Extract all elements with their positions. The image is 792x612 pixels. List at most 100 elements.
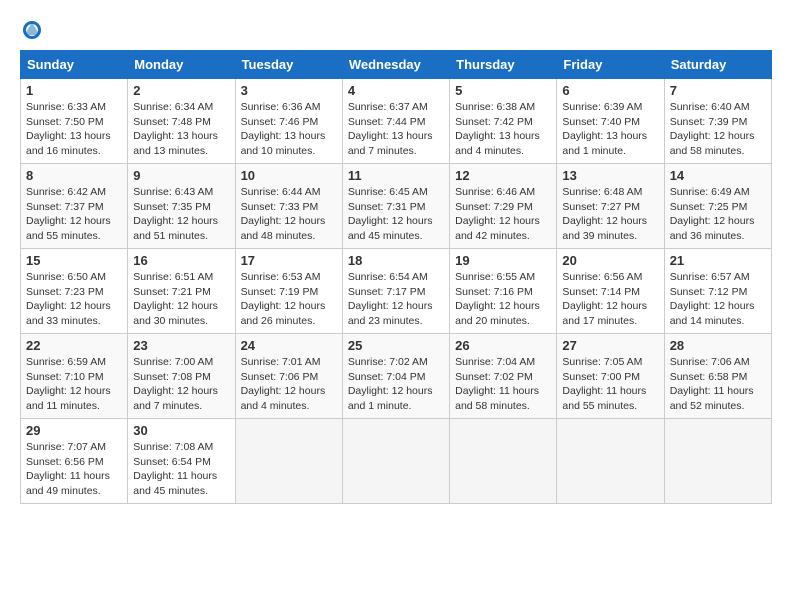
- calendar-cell: 3Sunrise: 6:36 AM Sunset: 7:46 PM Daylig…: [235, 79, 342, 164]
- calendar-cell: 8 Sunrise: 6:42 AM Sunset: 7:37 PM Daylig…: [21, 164, 128, 249]
- day-info: Sunrise: 6:55 AM Sunset: 7:16 PM Dayligh…: [455, 270, 551, 329]
- day-number: 29: [26, 423, 122, 438]
- day-info: Sunrise: 6:38 AM Sunset: 7:42 PM Dayligh…: [455, 100, 551, 159]
- calendar-cell: 24 Sunrise: 7:01 AM Sunset: 7:06 PM Dayli…: [235, 334, 342, 419]
- day-info: Sunrise: 7:04 AM Sunset: 7:02 PM Dayligh…: [455, 355, 551, 414]
- calendar-cell: 17 Sunrise: 6:53 AM Sunset: 7:19 PM Dayli…: [235, 249, 342, 334]
- day-info: Sunrise: 7:06 AM Sunset: 6:58 PM Dayligh…: [670, 355, 766, 414]
- day-info: Sunrise: 6:44 AM Sunset: 7:33 PM Dayligh…: [241, 185, 337, 244]
- calendar-cell: 7 Sunrise: 6:40 AM Sunset: 7:39 PM Daylig…: [664, 79, 771, 164]
- day-info: Sunrise: 6:57 AM Sunset: 7:12 PM Dayligh…: [670, 270, 766, 329]
- day-number: 17: [241, 253, 337, 268]
- day-number: 30: [133, 423, 229, 438]
- day-number: 20: [562, 253, 658, 268]
- day-info: Sunrise: 7:01 AM Sunset: 7:06 PM Dayligh…: [241, 355, 337, 414]
- calendar-cell: 14 Sunrise: 6:49 AM Sunset: 7:25 PM Dayli…: [664, 164, 771, 249]
- col-header-saturday: Saturday: [664, 51, 771, 79]
- day-number: 7: [670, 83, 766, 98]
- calendar-cell: [342, 419, 449, 504]
- logo-icon: [22, 20, 42, 40]
- day-number: 19: [455, 253, 551, 268]
- day-number: 8: [26, 168, 122, 183]
- day-info: Sunrise: 6:50 AM Sunset: 7:23 PM Dayligh…: [26, 270, 122, 329]
- day-info: Sunrise: 6:39 AM Sunset: 7:40 PM Dayligh…: [562, 100, 658, 159]
- day-info: Sunrise: 7:08 AM Sunset: 6:54 PM Dayligh…: [133, 440, 229, 499]
- calendar-cell: [664, 419, 771, 504]
- day-number: 13: [562, 168, 658, 183]
- calendar-cell: [557, 419, 664, 504]
- day-info: Sunrise: 6:53 AM Sunset: 7:19 PM Dayligh…: [241, 270, 337, 329]
- day-info: Sunrise: 7:05 AM Sunset: 7:00 PM Dayligh…: [562, 355, 658, 414]
- day-number: 10: [241, 168, 337, 183]
- calendar-cell: 19 Sunrise: 6:55 AM Sunset: 7:16 PM Dayli…: [450, 249, 557, 334]
- day-info: Sunrise: 6:49 AM Sunset: 7:25 PM Dayligh…: [670, 185, 766, 244]
- day-number: 1: [26, 83, 122, 98]
- calendar-cell: 10 Sunrise: 6:44 AM Sunset: 7:33 PM Dayli…: [235, 164, 342, 249]
- day-number: 18: [348, 253, 444, 268]
- calendar-cell: 5 Sunrise: 6:38 AM Sunset: 7:42 PM Daylig…: [450, 79, 557, 164]
- day-number: 16: [133, 253, 229, 268]
- calendar-cell: 26 Sunrise: 7:04 AM Sunset: 7:02 PM Dayli…: [450, 334, 557, 419]
- col-header-sunday: Sunday: [21, 51, 128, 79]
- calendar-cell: 20 Sunrise: 6:56 AM Sunset: 7:14 PM Dayli…: [557, 249, 664, 334]
- day-number: 27: [562, 338, 658, 353]
- calendar-cell: 27 Sunrise: 7:05 AM Sunset: 7:00 PM Dayli…: [557, 334, 664, 419]
- calendar-table: SundayMondayTuesdayWednesdayThursdayFrid…: [20, 50, 772, 504]
- day-info: Sunrise: 6:34 AM Sunset: 7:48 PM Dayligh…: [133, 100, 229, 159]
- day-info: Sunrise: 6:59 AM Sunset: 7:10 PM Dayligh…: [26, 355, 122, 414]
- day-number: 22: [26, 338, 122, 353]
- calendar-cell: 21 Sunrise: 6:57 AM Sunset: 7:12 PM Dayli…: [664, 249, 771, 334]
- day-info: Sunrise: 6:33 AM Sunset: 7:50 PM Dayligh…: [26, 100, 122, 159]
- day-info: Sunrise: 7:02 AM Sunset: 7:04 PM Dayligh…: [348, 355, 444, 414]
- day-number: 24: [241, 338, 337, 353]
- calendar-cell: 12 Sunrise: 6:46 AM Sunset: 7:29 PM Dayli…: [450, 164, 557, 249]
- calendar-cell: 13 Sunrise: 6:48 AM Sunset: 7:27 PM Dayli…: [557, 164, 664, 249]
- calendar-cell: [235, 419, 342, 504]
- day-number: 11: [348, 168, 444, 183]
- calendar-cell: 22 Sunrise: 6:59 AM Sunset: 7:10 PM Dayli…: [21, 334, 128, 419]
- day-number: 21: [670, 253, 766, 268]
- calendar-cell: 28 Sunrise: 7:06 AM Sunset: 6:58 PM Dayli…: [664, 334, 771, 419]
- calendar-cell: 25 Sunrise: 7:02 AM Sunset: 7:04 PM Dayli…: [342, 334, 449, 419]
- day-number: 15: [26, 253, 122, 268]
- day-info: Sunrise: 6:56 AM Sunset: 7:14 PM Dayligh…: [562, 270, 658, 329]
- col-header-wednesday: Wednesday: [342, 51, 449, 79]
- calendar-cell: [450, 419, 557, 504]
- day-number: 9: [133, 168, 229, 183]
- day-number: 3: [241, 83, 337, 98]
- day-number: 6: [562, 83, 658, 98]
- calendar-cell: 18 Sunrise: 6:54 AM Sunset: 7:17 PM Dayli…: [342, 249, 449, 334]
- day-number: 4: [348, 83, 444, 98]
- col-header-friday: Friday: [557, 51, 664, 79]
- calendar-cell: 15 Sunrise: 6:50 AM Sunset: 7:23 PM Dayli…: [21, 249, 128, 334]
- calendar-cell: 23Sunrise: 7:00 AM Sunset: 7:08 PM Dayli…: [128, 334, 235, 419]
- calendar-cell: 2 Sunrise: 6:34 AM Sunset: 7:48 PM Daylig…: [128, 79, 235, 164]
- calendar-cell: 30 Sunrise: 7:08 AM Sunset: 6:54 PM Dayli…: [128, 419, 235, 504]
- col-header-thursday: Thursday: [450, 51, 557, 79]
- day-number: 2: [133, 83, 229, 98]
- calendar-cell: 6 Sunrise: 6:39 AM Sunset: 7:40 PM Daylig…: [557, 79, 664, 164]
- day-info: Sunrise: 6:46 AM Sunset: 7:29 PM Dayligh…: [455, 185, 551, 244]
- calendar-cell: 16 Sunrise: 6:51 AM Sunset: 7:21 PM Dayli…: [128, 249, 235, 334]
- day-info: Sunrise: 6:43 AM Sunset: 7:35 PM Dayligh…: [133, 185, 229, 244]
- day-info: Sunrise: 6:48 AM Sunset: 7:27 PM Dayligh…: [562, 185, 658, 244]
- day-number: 25: [348, 338, 444, 353]
- day-number: 5: [455, 83, 551, 98]
- day-info: Sunrise: 6:42 AM Sunset: 7:37 PM Dayligh…: [26, 185, 122, 244]
- calendar-cell: 29Sunrise: 7:07 AM Sunset: 6:56 PM Dayli…: [21, 419, 128, 504]
- calendar-cell: 4Sunrise: 6:37 AM Sunset: 7:44 PM Daylig…: [342, 79, 449, 164]
- day-info: Sunrise: 6:45 AM Sunset: 7:31 PM Dayligh…: [348, 185, 444, 244]
- calendar-cell: 11 Sunrise: 6:45 AM Sunset: 7:31 PM Dayli…: [342, 164, 449, 249]
- calendar-cell: 9 Sunrise: 6:43 AM Sunset: 7:35 PM Daylig…: [128, 164, 235, 249]
- day-info: Sunrise: 6:54 AM Sunset: 7:17 PM Dayligh…: [348, 270, 444, 329]
- day-number: 23: [133, 338, 229, 353]
- col-header-monday: Monday: [128, 51, 235, 79]
- day-number: 26: [455, 338, 551, 353]
- day-number: 28: [670, 338, 766, 353]
- day-number: 14: [670, 168, 766, 183]
- day-info: Sunrise: 6:51 AM Sunset: 7:21 PM Dayligh…: [133, 270, 229, 329]
- calendar-cell: 1 Sunrise: 6:33 AM Sunset: 7:50 PM Daylig…: [21, 79, 128, 164]
- logo: [20, 20, 46, 40]
- day-number: 12: [455, 168, 551, 183]
- day-info: Sunrise: 6:40 AM Sunset: 7:39 PM Dayligh…: [670, 100, 766, 159]
